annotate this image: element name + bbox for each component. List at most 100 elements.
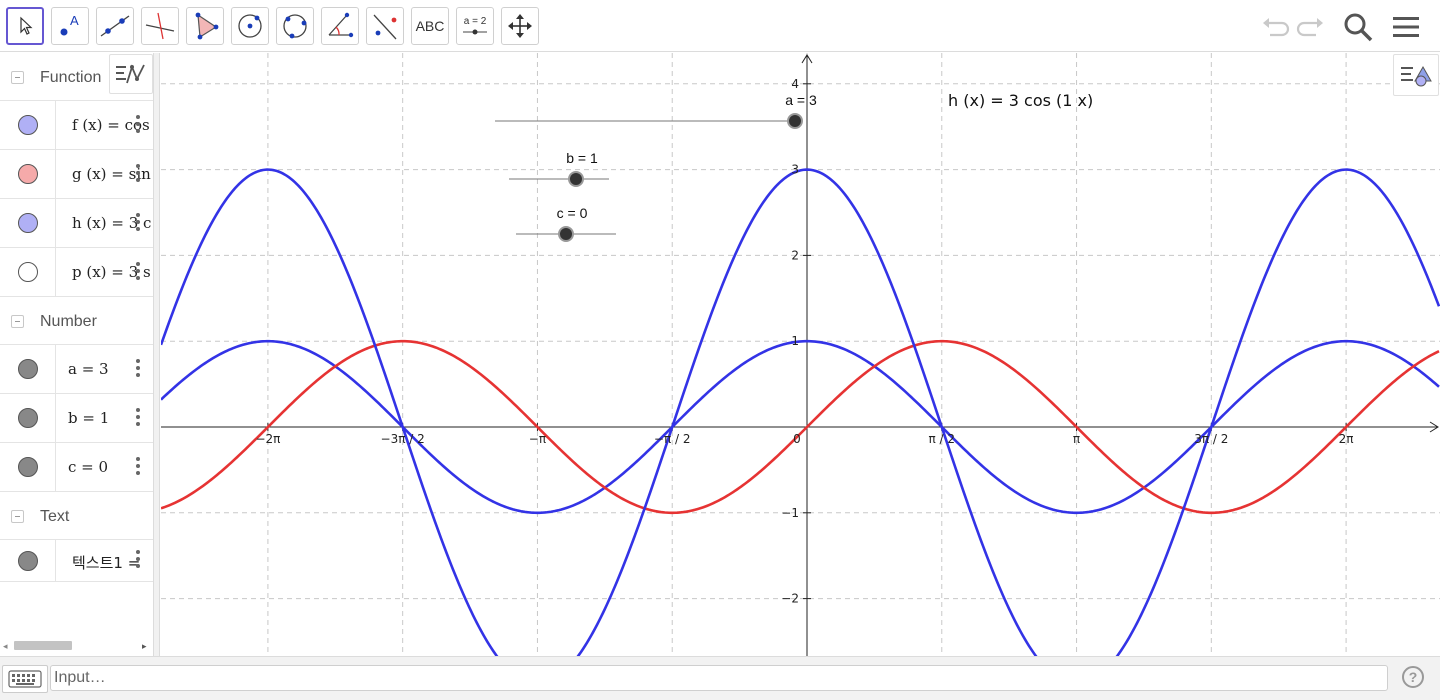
move-arrows-icon: [508, 14, 532, 38]
x-tick-label: 0: [793, 432, 801, 446]
visibility-toggle[interactable]: [0, 150, 56, 198]
algebra-item-h[interactable]: h (x) = 3 c: [0, 199, 153, 248]
perpendicular-line-tool[interactable]: [141, 7, 179, 45]
keyboard-button[interactable]: [2, 665, 48, 693]
visibility-dot-icon: [18, 408, 38, 428]
reflect-tool[interactable]: [366, 7, 404, 45]
search-button[interactable]: [1341, 10, 1375, 44]
angle-icon: [328, 12, 354, 38]
visibility-toggle[interactable]: [0, 101, 56, 149]
group-title: Text: [40, 508, 70, 525]
more-options-icon[interactable]: [133, 211, 143, 235]
circle-center-point-tool[interactable]: [231, 7, 269, 45]
slider-knob[interactable]: [787, 113, 803, 129]
group-header-number[interactable]: Number: [0, 297, 153, 345]
visibility-dot-icon: [18, 164, 38, 184]
algebra-item-a[interactable]: a = 3: [0, 345, 153, 394]
more-options-icon[interactable]: [133, 406, 143, 430]
slider-b[interactable]: b = 1: [509, 150, 609, 187]
x-tick-label: −π: [529, 432, 546, 446]
function-plot[interactable]: −2π −3π / 2 −π −π / 2 0 π / 2 π 3π / 2 2π 4 3 2 1 −1 −…: [161, 53, 1440, 656]
perpendicular-line-icon: [145, 12, 175, 40]
hamburger-menu-icon: [1393, 17, 1419, 37]
visibility-dot-icon: [18, 551, 38, 571]
scrollbar-thumb[interactable]: [14, 641, 72, 650]
text-tool[interactable]: ABC: [411, 7, 449, 45]
pointer-arrow-icon: [20, 16, 33, 35]
slider-a-label: a = 3: [785, 92, 817, 108]
circle-center-point-icon: [238, 14, 262, 38]
group-header-text[interactable]: Text: [0, 492, 153, 540]
visibility-toggle[interactable]: [0, 199, 56, 247]
algebra-item-c[interactable]: c = 0: [0, 443, 153, 492]
more-options-icon[interactable]: [133, 548, 143, 572]
algebra-horizontal-scrollbar[interactable]: ◂ ▸: [0, 639, 153, 653]
visibility-toggle[interactable]: [0, 540, 56, 582]
slider-knob[interactable]: [558, 226, 574, 242]
more-options-icon[interactable]: [133, 113, 143, 137]
move-graphics-view-tool[interactable]: [501, 7, 539, 45]
y-tick-label: 4: [791, 77, 799, 91]
polygon-tool[interactable]: [186, 7, 224, 45]
scroll-right-icon[interactable]: ▸: [142, 641, 147, 652]
visibility-toggle[interactable]: [0, 443, 56, 491]
style-bar-icon: [116, 64, 145, 84]
visibility-dot-icon: [18, 457, 38, 477]
algebra-view: Function f (x) = cos g (x) = sin h (x) =…: [0, 53, 154, 656]
algebra-style-bar-button[interactable]: [109, 54, 153, 94]
x-tick-label: −π / 2: [654, 432, 691, 446]
visibility-dot-icon: [18, 213, 38, 233]
visibility-toggle[interactable]: [0, 248, 56, 296]
algebra-item-f[interactable]: f (x) = cos: [0, 101, 153, 150]
point-tool[interactable]: A: [51, 7, 89, 45]
group-title: Function: [40, 69, 102, 86]
y-tick-label: 3: [791, 163, 799, 177]
h-function-text: h (x) = 3 cos (1 x): [948, 91, 1093, 110]
more-options-icon[interactable]: [133, 162, 143, 186]
slider-c-label: c = 0: [557, 205, 588, 221]
graphics-style-bar-button[interactable]: [1393, 54, 1439, 96]
x-tick-label: 3π / 2: [1194, 432, 1228, 446]
circle-three-points-tool[interactable]: [276, 7, 314, 45]
line-tool[interactable]: [96, 7, 134, 45]
x-tick-label: −3π / 2: [381, 432, 425, 446]
more-options-icon[interactable]: [133, 260, 143, 284]
undo-button[interactable]: [1258, 10, 1292, 44]
angle-tool[interactable]: [321, 7, 359, 45]
curve-h[interactable]: [161, 168, 1440, 656]
function-curves: [161, 168, 1440, 656]
help-icon[interactable]: ?: [1402, 666, 1424, 688]
algebra-item-text1[interactable]: 텍스트1 =: [0, 540, 153, 582]
y-tick-label: −2: [781, 592, 799, 606]
graphics-view[interactable]: −2π −3π / 2 −π −π / 2 0 π / 2 π 3π / 2 2π 4 3 2 1 −1 −…: [161, 53, 1440, 656]
circle-three-points-icon: [283, 14, 307, 39]
input-field[interactable]: [50, 665, 1388, 691]
algebra-item-p[interactable]: p (x) = 3 s: [0, 248, 153, 297]
collapse-icon[interactable]: [11, 71, 24, 84]
visibility-toggle[interactable]: [0, 394, 56, 442]
keyboard-icon: [8, 670, 42, 688]
slider-a[interactable]: a = 3: [495, 92, 817, 129]
slider-tool[interactable]: a = 2: [456, 7, 494, 45]
more-options-icon[interactable]: [133, 357, 143, 381]
more-options-icon[interactable]: [133, 455, 143, 479]
scroll-left-icon[interactable]: ◂: [3, 641, 8, 652]
redo-button[interactable]: [1294, 10, 1328, 44]
slider-knob[interactable]: [568, 171, 584, 187]
collapse-icon[interactable]: [11, 315, 24, 328]
slider-c[interactable]: c = 0: [516, 205, 616, 242]
collapse-icon[interactable]: [11, 510, 24, 523]
move-tool[interactable]: [6, 7, 44, 45]
visibility-toggle[interactable]: [0, 345, 56, 393]
algebra-item-b[interactable]: b = 1: [0, 394, 153, 443]
visibility-dot-icon: [18, 115, 38, 135]
x-tick-label: π / 2: [929, 432, 956, 446]
svg-text:A: A: [70, 13, 79, 28]
y-tick-label: 1: [791, 334, 799, 348]
view-splitter[interactable]: [154, 53, 160, 656]
redo-icon: [1296, 18, 1323, 37]
main-menu-button[interactable]: [1389, 10, 1423, 44]
reflect-about-line-icon: [373, 14, 397, 40]
algebra-item-g[interactable]: g (x) = sin: [0, 150, 153, 199]
graphics-style-bar-icon: [1401, 65, 1432, 87]
